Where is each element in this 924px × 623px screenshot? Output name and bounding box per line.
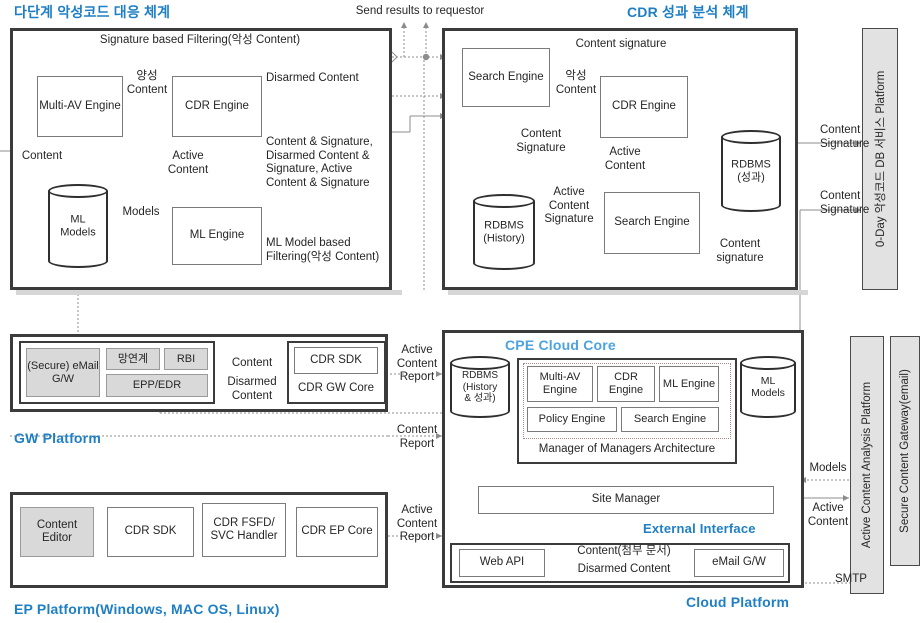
label-signature-filtering: Signature based Filtering(악성 Content) xyxy=(99,34,301,46)
label-models-right: Models xyxy=(809,462,847,474)
db-cloud-rdbms-label: RDBMS (History & 성과) xyxy=(461,369,499,404)
bar-zeroday-db-platform: 0-Day 악성코드 DB 서비스 Platform xyxy=(862,28,898,290)
label-disarmed-content: Disarmed Content xyxy=(266,72,359,84)
db-rdbms-history-label: RDBMS (History) xyxy=(483,219,525,244)
page-title-gw-platform: GW Platform xyxy=(14,430,101,446)
label-benign-content: 양성 Content xyxy=(126,70,168,96)
box-cloud-ml-engine: ML Engine xyxy=(659,366,719,402)
panel-shadow-right xyxy=(448,290,808,295)
box-policy-engine: Policy Engine xyxy=(527,407,617,432)
label-content-signature-right-upper: Content Signature xyxy=(820,124,870,150)
label-content-signature-block: Content & Signature, Disarmed Content & … xyxy=(266,136,373,189)
box-web-api: Web API xyxy=(459,549,545,577)
label-content-signature-bottom: Content signature xyxy=(716,238,764,264)
label-ep-active-content-report: Active Content Report xyxy=(396,504,438,544)
diagram-canvas: 다단계 악성코드 대응 체계 CDR 성과 분석 체계 Signature ba… xyxy=(0,0,924,623)
label-content-signature-left: Content Signature xyxy=(516,128,566,154)
page-title-ep-platform: EP Platform(Windows, MAC OS, Linux) xyxy=(14,601,280,617)
box-network-link: 망연계 xyxy=(106,348,160,370)
bar-active-content-analysis-label: Active Content Analysis Platform xyxy=(861,381,873,549)
label-cloud-disarmed-content: Disarmed Content xyxy=(577,563,671,575)
label-content-attachment: Content(첨부 문서) xyxy=(577,545,671,557)
label-gw-content: Content xyxy=(231,357,273,369)
db-rdbms-result-label: RDBMS (성과) xyxy=(731,158,771,183)
label-gw-content-report: Content Report xyxy=(396,424,438,450)
box-site-manager: Site Manager xyxy=(478,486,774,514)
db-ml-models: ML Models xyxy=(48,184,108,268)
label-gw-active-content-report: Active Content Report xyxy=(396,344,438,384)
box-multi-av-engine: Multi-AV Engine xyxy=(37,76,123,137)
box-ml-engine: ML Engine xyxy=(172,207,262,265)
label-models-left: Models xyxy=(122,206,160,218)
box-cloud-cdr-engine: CDR Engine xyxy=(597,366,655,402)
box-cdr-engine-analysis: CDR Engine xyxy=(600,76,688,138)
page-title-external-interface: External Interface xyxy=(643,521,756,536)
bar-active-content-analysis-platform: Active Content Analysis Platform xyxy=(850,336,884,594)
db-cloud-ml-models-label: ML Models xyxy=(751,374,785,399)
panel-shadow xyxy=(16,290,402,295)
box-rbi: RBI xyxy=(164,348,208,370)
db-cloud-ml-models: ML Models xyxy=(740,356,796,418)
db-ml-models-label: ML Models xyxy=(60,213,96,238)
bar-zeroday-db-platform-label: 0-Day 악성코드 DB 서비스 Platform xyxy=(875,70,887,248)
box-search-engine-top: Search Engine xyxy=(462,48,550,107)
page-title-multi-stage: 다단계 악성코드 대응 체계 xyxy=(14,4,171,20)
box-cdr-fsfd-handler: CDR FSFD/ SVC Handler xyxy=(202,503,286,557)
label-ml-filtering: ML Model based Filtering(악성 Content) xyxy=(266,237,380,263)
label-active-content-right: Active Content xyxy=(807,502,849,528)
box-cloud-multi-av-engine: Multi-AV Engine xyxy=(527,366,593,402)
bar-secure-content-gateway: Secure Content Gateway(email) xyxy=(890,336,920,566)
label-smtp: SMTP xyxy=(835,573,867,585)
box-content-editor: Content Editor xyxy=(20,507,94,557)
db-rdbms-history: RDBMS (History) xyxy=(473,194,535,270)
label-content-in: Content xyxy=(21,150,63,162)
page-title-cdr-analysis: CDR 성과 분석 체계 xyxy=(627,4,749,20)
label-gw-disarmed-content: Disarmed Content xyxy=(227,376,277,402)
db-rdbms-result: RDBMS (성과) xyxy=(721,130,781,212)
label-active-content-left: Active Content xyxy=(167,150,209,176)
label-active-content-cdr: Active Content xyxy=(604,146,646,172)
box-secure-email-gw: (Secure) eMail G/W xyxy=(26,348,100,397)
label-malicious-content: 악성 Content xyxy=(555,70,597,96)
box-cloud-email-gw: eMail G/W xyxy=(694,549,784,577)
box-epp-edr: EPP/EDR xyxy=(106,374,208,397)
label-mom-architecture: Manager of Managers Architecture xyxy=(538,443,716,455)
box-search-engine-bottom: Search Engine xyxy=(604,192,700,254)
page-title-cpe-cloud-core: CPE Cloud Core xyxy=(505,337,616,353)
box-cloud-search-engine: Search Engine xyxy=(621,407,719,432)
page-title-cloud-platform: Cloud Platform xyxy=(686,594,790,610)
box-cdr-ep-core: CDR EP Core xyxy=(296,507,378,557)
db-cloud-rdbms: RDBMS (History & 성과) xyxy=(450,356,510,418)
box-cdr-sdk-gw: CDR SDK xyxy=(294,347,378,374)
bar-secure-content-gateway-label: Secure Content Gateway(email) xyxy=(899,369,911,533)
box-cdr-sdk-ep: CDR SDK xyxy=(107,507,194,557)
label-cdr-gw-core: CDR GW Core xyxy=(297,382,375,394)
label-content-signature-right-lower: Content Signature xyxy=(820,190,870,216)
box-cdr-engine: CDR Engine xyxy=(172,76,262,137)
label-send-results: Send results to requestor xyxy=(355,5,485,17)
label-active-content-signature: Active Content Signature xyxy=(544,186,594,226)
label-content-signature-top: Content signature xyxy=(575,38,667,50)
